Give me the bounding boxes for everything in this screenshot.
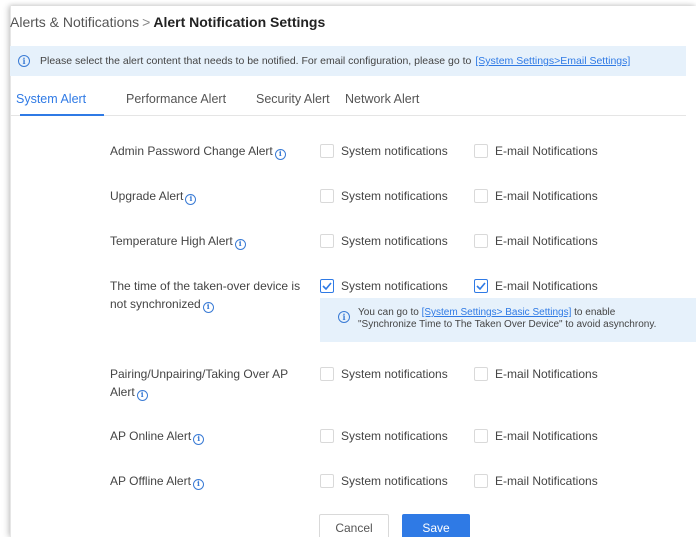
- sync-tip-text: You can go to [System Settings> Basic Se…: [358, 307, 696, 331]
- alert-label-admin-password: Admin Password Change Alert i: [110, 142, 310, 160]
- breadcrumb-parent[interactable]: Alerts & Notifications: [10, 14, 139, 30]
- checkbox-box: [474, 367, 488, 381]
- alert-label-pairing: Pairing/Unpairing/Taking Over AP Alert i: [110, 365, 310, 401]
- checkbox-upgrade-email[interactable]: E-mail Notifications: [474, 189, 598, 203]
- checkbox-time-sync-system[interactable]: System notifications: [320, 279, 448, 293]
- checkmark-icon: [322, 282, 332, 290]
- email-settings-link[interactable]: [System Settings>Email Settings]: [475, 55, 630, 67]
- checkbox-label: System notifications: [341, 189, 448, 203]
- checkbox-box: [320, 367, 334, 381]
- sync-tip-box: i You can go to [System Settings> Basic …: [320, 298, 696, 342]
- alert-tabs: System Alert Performance Alert Security …: [10, 86, 686, 116]
- checkbox-box: [474, 429, 488, 443]
- alert-label-ap-online: AP Online Alert i: [110, 427, 310, 445]
- info-banner-text: Please select the alert content that nee…: [40, 55, 472, 67]
- checkbox-box: [474, 474, 488, 488]
- help-icon[interactable]: i: [234, 238, 246, 250]
- checkbox-label: E-mail Notifications: [495, 144, 598, 158]
- breadcrumb-separator: >: [142, 14, 151, 30]
- checkmark-icon: [476, 282, 486, 290]
- checkbox-box: [474, 144, 488, 158]
- breadcrumb: Alerts & Notifications > Alert Notificatio…: [10, 14, 325, 30]
- checkbox-box: [320, 144, 334, 158]
- alert-label-time-not-synchronized: The time of the taken-over device is not…: [110, 277, 310, 313]
- sync-tip-prefix: You can go to: [358, 307, 419, 318]
- alert-label-text: AP Online Alert: [110, 429, 192, 443]
- checkbox-box: [320, 189, 334, 203]
- checkbox-time-sync-email[interactable]: E-mail Notifications: [474, 279, 598, 293]
- cancel-button[interactable]: Cancel: [319, 514, 389, 537]
- checkbox-temperature-email[interactable]: E-mail Notifications: [474, 234, 598, 248]
- checkbox-box: [320, 429, 334, 443]
- info-icon: i: [338, 311, 350, 323]
- checkbox-box: [474, 279, 488, 293]
- checkbox-ap-offline-email[interactable]: E-mail Notifications: [474, 474, 598, 488]
- checkbox-label: E-mail Notifications: [495, 429, 598, 443]
- checkbox-box: [320, 234, 334, 248]
- tab-security-alert[interactable]: Security Alert: [256, 92, 330, 106]
- sync-tip-line2: "Synchronize Time to The Taken Over Devi…: [358, 319, 657, 330]
- checkbox-label: E-mail Notifications: [495, 279, 598, 293]
- checkbox-box: [474, 189, 488, 203]
- checkbox-label: E-mail Notifications: [495, 234, 598, 248]
- checkbox-box: [320, 474, 334, 488]
- save-button[interactable]: Save: [402, 514, 470, 537]
- checkbox-box: [474, 234, 488, 248]
- help-icon[interactable]: i: [192, 478, 204, 490]
- alert-label-upgrade: Upgrade Alert i: [110, 187, 310, 205]
- help-icon[interactable]: i: [202, 301, 214, 313]
- alert-label-text: Admin Password Change Alert: [110, 144, 273, 158]
- checkbox-label: E-mail Notifications: [495, 189, 598, 203]
- checkbox-ap-online-system[interactable]: System notifications: [320, 429, 448, 443]
- checkbox-box: [320, 279, 334, 293]
- checkbox-label: System notifications: [341, 279, 448, 293]
- info-banner: i Please select the alert content that n…: [10, 46, 686, 76]
- sync-tip-suffix: to enable: [574, 307, 616, 318]
- checkbox-label: System notifications: [341, 144, 448, 158]
- checkbox-admin-password-system[interactable]: System notifications: [320, 144, 448, 158]
- checkbox-pairing-system[interactable]: System notifications: [320, 367, 448, 381]
- help-icon[interactable]: i: [193, 433, 205, 445]
- checkbox-ap-online-email[interactable]: E-mail Notifications: [474, 429, 598, 443]
- alert-label-ap-offline: AP Offline Alert i: [110, 472, 310, 490]
- help-icon[interactable]: i: [274, 148, 286, 160]
- checkbox-label: System notifications: [341, 429, 448, 443]
- checkbox-admin-password-email[interactable]: E-mail Notifications: [474, 144, 598, 158]
- checkbox-label: E-mail Notifications: [495, 367, 598, 381]
- checkbox-label: E-mail Notifications: [495, 474, 598, 488]
- alert-label-text: AP Offline Alert: [110, 474, 191, 488]
- checkbox-label: System notifications: [341, 367, 448, 381]
- active-tab-indicator: [20, 114, 104, 116]
- checkbox-label: System notifications: [341, 234, 448, 248]
- checkbox-temperature-system[interactable]: System notifications: [320, 234, 448, 248]
- tab-system-alert[interactable]: System Alert: [16, 92, 86, 106]
- basic-settings-link[interactable]: [System Settings> Basic Settings]: [422, 307, 572, 318]
- alert-label-temperature-high: Temperature High Alert i: [110, 232, 310, 250]
- tab-network-alert[interactable]: Network Alert: [345, 92, 419, 106]
- alert-label-text: Upgrade Alert: [110, 189, 184, 203]
- tab-performance-alert[interactable]: Performance Alert: [126, 92, 226, 106]
- help-icon[interactable]: i: [185, 193, 197, 205]
- alert-label-text: Temperature High Alert: [110, 234, 233, 248]
- checkbox-ap-offline-system[interactable]: System notifications: [320, 474, 448, 488]
- checkbox-label: System notifications: [341, 474, 448, 488]
- help-icon[interactable]: i: [136, 389, 148, 401]
- checkbox-pairing-email[interactable]: E-mail Notifications: [474, 367, 598, 381]
- checkbox-upgrade-system[interactable]: System notifications: [320, 189, 448, 203]
- info-icon: i: [18, 55, 30, 67]
- page-title: Alert Notification Settings: [153, 14, 326, 30]
